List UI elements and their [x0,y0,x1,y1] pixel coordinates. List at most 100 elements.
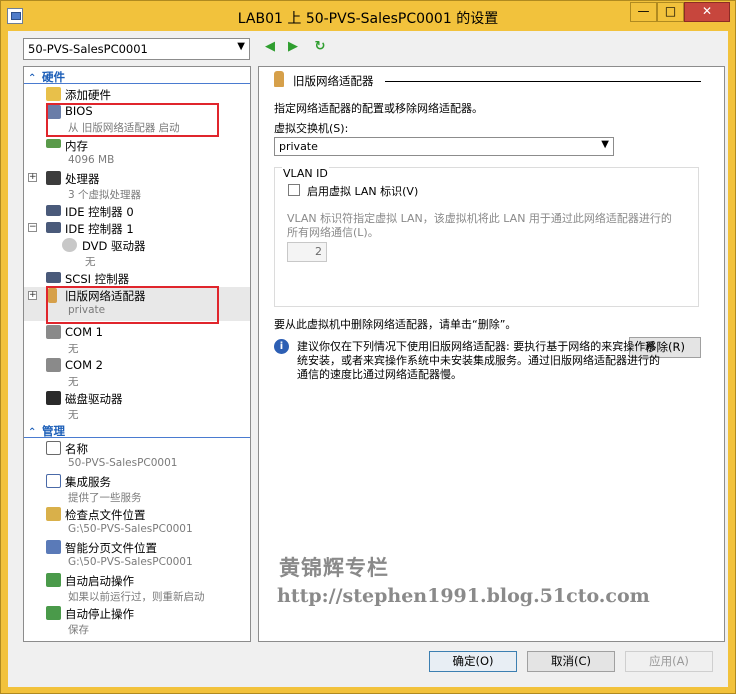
info-line3: 通信的速度比通过网络适配器慢。 [297,368,462,381]
window-title: LAB01 上 50-PVS-SalesPC0001 的设置 [237,11,499,27]
detail-description: 指定网络适配器的配置或移除网络适配器。 [274,102,483,115]
tree-item-sub: 无 [68,376,79,388]
tree-item-label: COM 2 [65,358,103,372]
chevron-down-icon: ▼ [601,139,609,150]
tree-item-ide-1[interactable]: − IDE 控制器 1 [24,220,250,237]
close-button[interactable]: ✕ [684,2,730,22]
watermark-url: http://stephen1991.blog.51cto.com [277,585,650,607]
tree-item-label: 自动启动操作 [65,574,134,588]
tree-item-checkpoint-location[interactable]: 检查点文件位置 G:\50-PVS-SalesPC0001 [24,506,250,539]
integration-services-icon [46,474,61,488]
tree-item-auto-stop[interactable]: 自动停止操作 保存 [24,605,250,638]
add-hardware-icon [46,87,61,101]
collapse-icon: ⌃ [28,427,37,438]
tree-item-label: 自动停止操作 [65,607,134,621]
tree-item-label: SCSI 控制器 [65,272,130,286]
expand-icon[interactable]: + [28,173,37,182]
tree-item-memory[interactable]: 内存 4096 MB [24,137,250,170]
collapse-tree-icon[interactable]: − [28,223,37,232]
tree-item-ide-0[interactable]: IDE 控制器 0 [24,203,250,220]
tree-item-label: 添加硬件 [65,88,111,102]
tree-item-label: 磁盘驱动器 [65,392,123,406]
enable-vlan-checkbox[interactable] [288,184,300,196]
tree-item-com-1[interactable]: COM 1 无 [24,324,250,357]
tree-item-sub: 无 [68,409,79,421]
tree-item-name[interactable]: 名称 50-PVS-SalesPC0001 [24,440,250,473]
hardware-header-label: 硬件 [42,70,65,84]
tree-item-label: IDE 控制器 0 [65,205,134,219]
virtual-switch-select[interactable]: private ▼ [274,137,614,156]
tree-item-scsi-controller[interactable]: SCSI 控制器 [24,270,250,287]
tree-item-sub: 提供了一些服务 [68,492,142,504]
watermark-name: 黄锦辉专栏 [279,555,389,580]
tree-item-sub: 50-PVS-SalesPC0001 [68,457,178,469]
virtual-switch-value: private [279,140,318,153]
back-arrow-icon[interactable]: ◀ [263,40,277,54]
com-port-icon [46,358,61,372]
tree-item-label: 智能分页文件位置 [65,541,157,555]
ok-button[interactable]: 确定(O) [429,651,517,672]
collapse-icon: ⌃ [28,73,37,84]
info-icon: i [274,339,289,354]
tree-item-processor[interactable]: + 处理器 3 个虚拟处理器 [24,170,250,203]
management-header-label: 管理 [42,424,65,438]
tree-item-label: DVD 驱动器 [82,239,146,253]
tree-item-dvd-drive[interactable]: DVD 驱动器 无 [24,237,250,270]
settings-tree: ⌃ 硬件 添加硬件 BIOS 从 旧版网络适配器 启动 内存 4096 MB +… [23,66,251,642]
dvd-drive-icon [62,238,77,252]
refresh-icon[interactable]: ↻ [313,40,327,54]
vlan-group: VLAN ID 启用虚拟 LAN 标识(V) VLAN 标识符指定虚拟 LAN，… [274,167,699,307]
tree-item-label: 检查点文件位置 [65,508,146,522]
settings-window: LAB01 上 50-PVS-SalesPC0001 的设置 — □ ✕ 50-… [0,0,736,694]
com-port-icon [46,325,61,339]
auto-stop-icon [46,606,61,620]
tree-item-label: 名称 [65,442,88,456]
vm-select[interactable]: 50-PVS-SalesPC0001 ▼ [23,38,250,60]
tree-item-label: 处理器 [65,172,100,186]
detail-title: 旧版网络适配器 [293,74,374,88]
memory-icon [46,139,61,148]
tree-item-smart-paging-location[interactable]: 智能分页文件位置 G:\50-PVS-SalesPC0001 [24,539,250,572]
tree-item-sub: 如果以前运行过，则重新启动 [68,591,205,603]
title-bar[interactable]: LAB01 上 50-PVS-SalesPC0001 的设置 — □ ✕ [1,1,735,31]
maximize-button[interactable]: □ [657,2,684,22]
ide-controller-icon [46,222,61,233]
floppy-drive-icon [46,391,61,405]
ide-controller-icon [46,205,61,216]
processor-icon [46,171,61,185]
vlan-help-line2: 所有网络通信(L)。 [287,226,379,239]
cancel-button[interactable]: 取消(C) [527,651,615,672]
tree-item-com-2[interactable]: COM 2 无 [24,357,250,390]
dialog-client: 50-PVS-SalesPC0001 ▼ ◀ ▶ ↻ ⌃ 硬件 添加硬件 BIOS… [8,31,728,687]
tree-item-sub: 4096 MB [68,154,115,166]
enable-vlan-label: 启用虚拟 LAN 标识(V) [307,185,419,198]
minimize-button[interactable]: — [630,2,657,22]
tree-item-sub: G:\50-PVS-SalesPC0001 [68,556,193,568]
paging-file-icon [46,540,61,554]
vlan-id-input[interactable]: 2 [287,242,327,262]
tree-item-sub: 保存 [68,624,89,636]
remove-prompt: 要从此虚拟机中删除网络适配器，请单击“删除”。 [274,318,517,331]
tree-item-label: IDE 控制器 1 [65,222,134,236]
tree-item-sub: G:\50-PVS-SalesPC0001 [68,523,193,535]
vlan-legend: VLAN ID [282,167,329,180]
tree-item-label: COM 1 [65,325,103,339]
title-divider [385,81,701,82]
apply-button[interactable]: 应用(A) [625,651,713,672]
tree-item-add-hardware[interactable]: 添加硬件 [24,86,250,103]
switch-label: 虚拟交换机(S): [274,122,349,135]
tree-item-label: 内存 [65,139,88,153]
tree-item-floppy-drive[interactable]: 磁盘驱动器 无 [24,390,250,423]
expand-icon[interactable]: + [28,291,37,300]
highlight-box-bios [46,103,219,137]
network-adapter-icon [274,71,284,87]
highlight-box-network-adapter [46,286,219,324]
tree-item-label: 集成服务 [65,475,111,489]
tree-item-integration-services[interactable]: 集成服务 提供了一些服务 [24,473,250,506]
hardware-section-header[interactable]: ⌃ 硬件 [24,69,250,84]
forward-arrow-icon[interactable]: ▶ [286,40,300,54]
name-icon [46,441,61,455]
management-section-header[interactable]: ⌃ 管理 [24,423,250,438]
tree-item-auto-start[interactable]: 自动启动操作 如果以前运行过，则重新启动 [24,572,250,605]
tree-item-sub: 3 个虚拟处理器 [68,189,142,201]
